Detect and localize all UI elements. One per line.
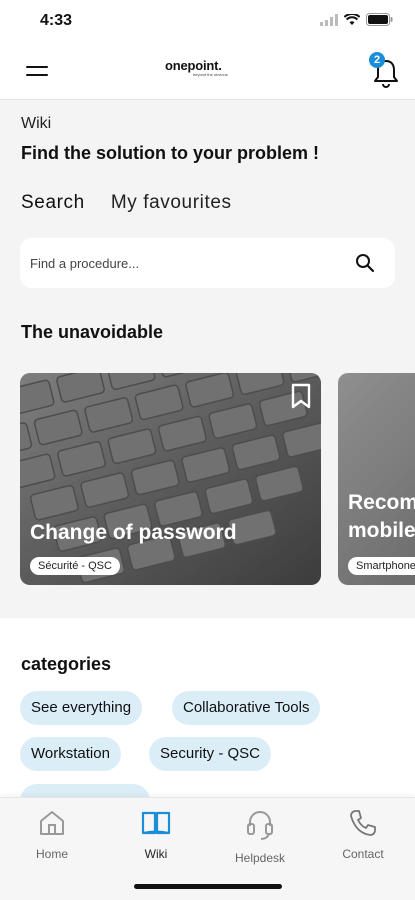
logo-tagline: beyond the obvious [193,72,228,77]
bookmark-icon[interactable] [291,383,311,409]
category-chip[interactable]: Workstation [20,737,121,771]
nav-item-wiki[interactable]: Wiki [116,808,196,861]
category-chip[interactable]: Collaborative Tools [172,691,321,725]
categories-title: categories [21,654,112,674]
tab-my-favourites[interactable]: My favourites [111,192,232,214]
card-title: Recom mobile [348,491,415,542]
section-label: Wiki [21,115,52,132]
status-icons [320,13,393,26]
onepoint-logo: onepoint. beyond the obvious [165,58,255,77]
notifications-button[interactable]: 2 [369,52,399,88]
notification-badge: 2 [369,52,385,68]
home-icon [40,811,64,835]
category-chip[interactable]: See everything [20,691,143,725]
categories-panel: categories See everything Collaborative … [0,618,415,818]
app-header: onepoint. beyond the obvious 2 [0,44,415,100]
signal-icon [320,13,338,26]
nav-label-helpdesk: Helpdesk [234,851,286,865]
nav-item-helpdesk[interactable]: Helpdesk [220,808,300,865]
card-image [338,373,415,585]
book-icon [141,811,171,835]
home-indicator [134,884,282,889]
card-tag: Smartphone [348,557,415,575]
nav-label-contact: Contact [342,847,384,861]
status-time: 4:33 [40,12,73,29]
nav-label-home: Home [35,847,68,861]
tab-bar: Search My favourites [21,192,232,214]
page-title: Find the solution to your problem ! [21,143,319,163]
unavoidable-title: The unavoidable [21,322,164,342]
search-box [20,238,395,288]
nav-item-contact[interactable]: Contact [323,808,403,861]
card-title: Change of password [30,521,237,544]
logo-wordmark: onepoint. [165,58,222,73]
card-tag: Sécurité - QSC [30,557,120,575]
keyboard-image [20,373,321,585]
nav-item-home[interactable]: Home [12,808,92,861]
nav-label-wiki: Wiki [144,847,168,861]
tab-search[interactable]: Search [21,192,85,214]
search-input[interactable] [30,252,340,274]
status-bar: 4:33 [0,0,415,44]
category-chip[interactable]: Security - QSC [149,737,272,771]
phone-icon [350,810,376,836]
search-icon[interactable] [355,253,375,273]
wifi-icon [344,13,360,25]
hamburger-menu-icon[interactable] [26,66,48,78]
unavoidable-card[interactable]: Recom mobile Smartphone [338,373,415,585]
headset-icon [247,811,273,840]
unavoidable-card[interactable]: Change of password Sécurité - QSC [20,373,321,585]
battery-icon [366,13,393,26]
